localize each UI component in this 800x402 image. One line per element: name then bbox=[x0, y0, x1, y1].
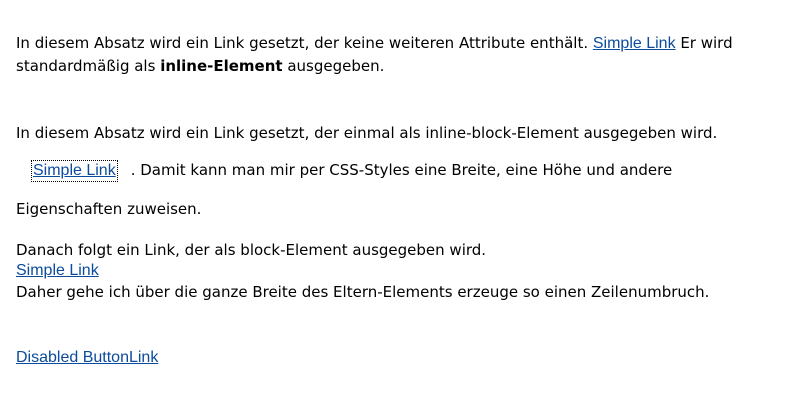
text: ausgegeben. bbox=[282, 57, 385, 75]
paragraph-block-link: Danach folgt ein Link, der als block-Ele… bbox=[16, 239, 791, 303]
paragraph-inline-link: In diesem Absatz wird ein Link gesetzt, … bbox=[16, 32, 791, 77]
text: . Damit kann man mir per CSS-Styles eine… bbox=[130, 161, 673, 179]
paragraph-inline-block-intro: In diesem Absatz wird ein Link gesetzt, … bbox=[16, 124, 718, 142]
text: In diesem Absatz wird ein Link gesetzt, … bbox=[16, 34, 593, 52]
disabled-link-container: Disabled ButtonLink bbox=[16, 348, 158, 367]
bold-text: inline-Element bbox=[160, 57, 283, 75]
text: Danach folgt ein Link, der als block-Ele… bbox=[16, 241, 487, 259]
paragraph-inline-block-line: Simple Link . Damit kann man mir per CSS-… bbox=[16, 159, 791, 182]
text: Daher gehe ich über die ganze Breite des… bbox=[16, 283, 710, 301]
simple-link-inline[interactable]: Simple Link bbox=[593, 35, 676, 52]
simple-link-block[interactable]: Simple Link bbox=[16, 261, 791, 281]
simple-link-inline-block[interactable]: Simple Link bbox=[31, 160, 118, 182]
paragraph-inline-block-end: Eigenschaften zuweisen. bbox=[16, 200, 202, 218]
disabled-button-link[interactable]: Disabled ButtonLink bbox=[16, 349, 158, 366]
